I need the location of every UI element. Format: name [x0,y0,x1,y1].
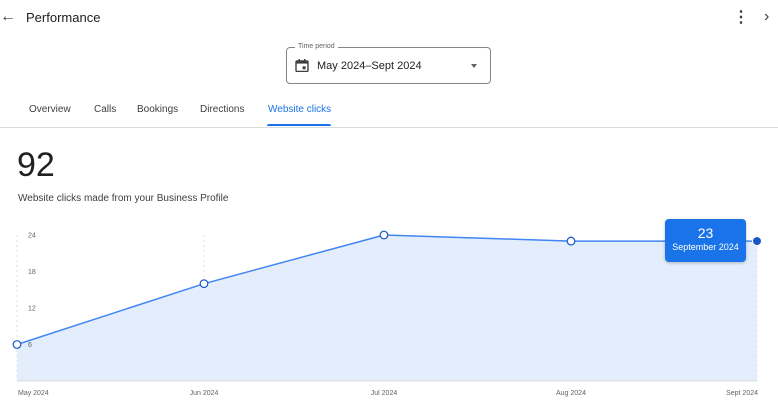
data-point-0 [12,340,22,349]
tab-overview[interactable]: Overview [29,104,71,115]
chart-tooltip: 23 September 2024 [665,219,746,262]
y-tick-label-0: 6 [28,342,32,349]
more-vert-icon[interactable]: ⋮ [733,9,749,27]
data-point-1 [199,279,209,289]
y-tick-label-2: 18 [28,269,36,276]
top-bar: ← Performance ⋮ › [0,0,778,36]
x-tick-label-4: Sept 2024 [726,390,758,397]
data-point-4 [752,236,762,247]
tab-calls[interactable]: Calls [94,104,116,115]
tab-bookings[interactable]: Bookings [137,104,178,115]
time-period-label: Time period [295,42,338,52]
arrow-back-icon[interactable]: ← [0,8,16,26]
y-tick-label-3: 24 [28,233,36,240]
total-caption: Website clicks made from your Business P… [18,193,229,204]
data-point-2 [379,230,389,240]
dropdown-arrow-icon [471,64,477,68]
calendar-icon [295,59,309,72]
tab-website-clicks[interactable]: Website clicks [268,104,331,115]
chevron-right-icon[interactable]: › [764,8,776,26]
website-clicks-chart: 6 12 18 24 May 2024 Jun 2024 Jul 2024 Aug 2024 S… [12,230,762,397]
tooltip-date: September 2024 [672,242,739,252]
x-tick-label-1: Jun 2024 [190,390,219,397]
y-tick-label-1: 12 [28,306,36,313]
page-title: Performance [26,10,101,25]
tab-bar: Overview Calls Bookings Directions Websi… [0,96,778,128]
x-tick-label-3: Aug 2024 [556,390,586,397]
tab-directions[interactable]: Directions [200,104,244,115]
time-period-value: May 2024–Sept 2024 [317,60,422,72]
tooltip-value: 23 [697,225,714,241]
x-tick-label-0: May 2024 [18,390,49,397]
x-tick-label-2: Jul 2024 [371,390,398,397]
active-tab-indicator [267,124,331,126]
data-point-3 [566,236,576,246]
time-period-select[interactable]: Time period May 2024–Sept 2024 [286,42,491,84]
total-count: 92 [17,146,55,184]
